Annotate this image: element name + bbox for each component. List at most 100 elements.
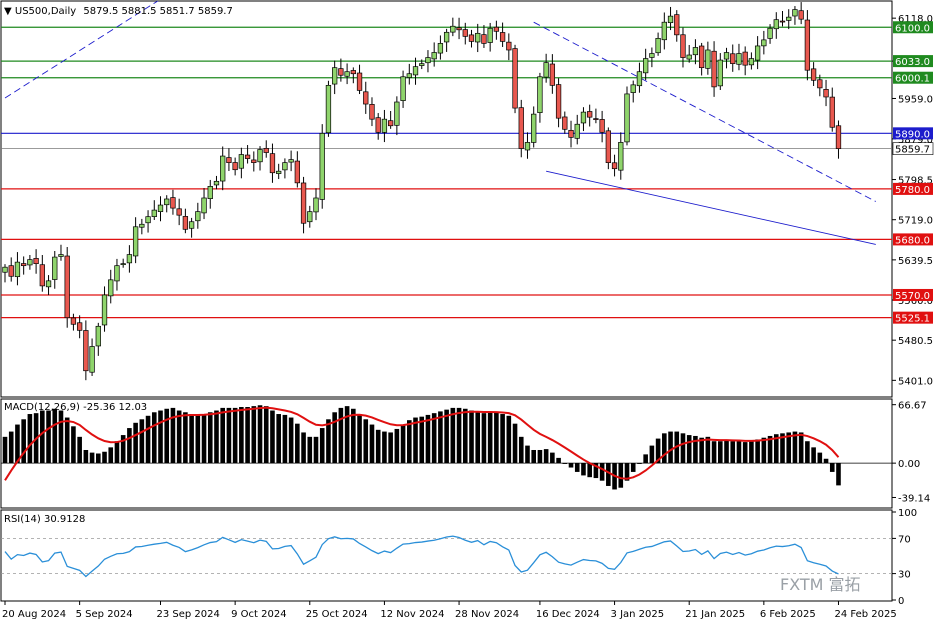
- macd-bar: [643, 454, 648, 464]
- macd-bar: [2, 436, 8, 464]
- macd-bar: [742, 442, 748, 464]
- candle-body: [754, 45, 761, 61]
- candle-body: [338, 68, 344, 76]
- level-tag-label: 6033.0: [895, 57, 930, 68]
- candle-body: [269, 153, 276, 174]
- candle-body: [512, 48, 518, 109]
- macd-bar: [400, 424, 406, 464]
- candle-body: [518, 107, 524, 149]
- candle-body: [742, 51, 748, 66]
- price-chart[interactable]: 6118.06033.05959.05879.05798.55719.05639…: [0, 0, 936, 624]
- candle-body: [450, 25, 456, 33]
- candle-body: [649, 53, 655, 58]
- candle-body: [176, 208, 182, 216]
- macd-bar: [686, 435, 692, 464]
- macd-bar: [332, 412, 337, 464]
- candle-body: [437, 43, 444, 54]
- candle-body: [686, 54, 692, 60]
- candle-body: [761, 39, 767, 47]
- candle-body: [83, 330, 89, 372]
- macd-bar: [761, 437, 767, 464]
- candle-body: [798, 10, 804, 20]
- candle-body: [419, 63, 425, 66]
- time-tick-label: 6 Feb 2025: [760, 609, 816, 620]
- macd-bar: [226, 407, 232, 464]
- macd-bar: [419, 416, 425, 464]
- candle-body: [325, 84, 332, 134]
- candle-body: [524, 142, 531, 151]
- candle-body: [543, 62, 549, 78]
- macd-bar: [568, 463, 574, 468]
- candle-body: [344, 71, 350, 77]
- candle-body: [76, 322, 83, 331]
- candle-body: [263, 148, 269, 153]
- macd-bar: [705, 436, 711, 464]
- macd-bar: [518, 436, 524, 464]
- macd-bar: [456, 407, 462, 464]
- macd-bar: [525, 445, 530, 464]
- macd-bar: [145, 415, 151, 464]
- candle-body: [767, 27, 773, 39]
- candle-body: [792, 9, 798, 17]
- macd-bar: [27, 414, 33, 464]
- candle-body: [804, 19, 811, 71]
- candle-body: [257, 149, 263, 163]
- candle-body: [555, 84, 562, 119]
- level-tag-label: 5525.1: [895, 314, 930, 325]
- candle-body: [618, 142, 624, 171]
- macd-bar: [201, 414, 207, 464]
- macd-bar: [487, 412, 493, 464]
- macd-bar: [282, 414, 288, 464]
- macd-bar: [550, 452, 555, 464]
- macd-bar: [71, 426, 76, 464]
- macd-bar: [301, 432, 306, 464]
- macd-bar: [46, 410, 51, 464]
- macd-bar: [96, 453, 101, 464]
- candle-body: [201, 197, 207, 214]
- candle-body: [400, 76, 406, 101]
- macd-bar: [537, 449, 543, 464]
- candle-body: [89, 346, 95, 373]
- macd-bar: [724, 440, 729, 464]
- candle-body: [593, 118, 599, 120]
- candle-body: [27, 259, 33, 266]
- candle-body: [39, 264, 45, 287]
- macd-bar: [214, 410, 219, 464]
- candle-body: [232, 162, 238, 171]
- macd-bar: [599, 463, 605, 481]
- macd-bar: [139, 419, 145, 464]
- candle-body: [823, 88, 829, 98]
- macd-bar: [574, 463, 580, 472]
- macd-tick-label: 66.67: [898, 401, 927, 412]
- candle-body: [300, 182, 307, 224]
- candle-body: [369, 104, 375, 120]
- macd-bar: [263, 406, 269, 464]
- macd-bar: [276, 414, 281, 464]
- level-tag-label: 5680.0: [895, 235, 930, 246]
- candle-body: [251, 159, 257, 163]
- candle-body: [120, 263, 126, 266]
- candle-body: [717, 59, 723, 87]
- candle-body: [692, 47, 699, 56]
- time-tick-label: 28 Nov 2024: [455, 609, 519, 620]
- macd-bar: [587, 463, 592, 478]
- candle-body: [244, 154, 251, 159]
- macd-bar: [40, 410, 45, 464]
- candle-body: [605, 130, 611, 163]
- candle-body: [350, 70, 356, 75]
- candle-body: [108, 279, 114, 297]
- candle-body: [574, 123, 580, 139]
- time-tick-label: 23 Sep 2024: [157, 609, 220, 620]
- candle-body: [537, 76, 543, 113]
- price-tick-label: 5959.0: [898, 94, 933, 105]
- macd-bar: [494, 412, 499, 464]
- candle-body: [226, 157, 232, 163]
- candle-body: [33, 258, 39, 265]
- macd-label: MACD(12,26,9) -25.36 12.03: [4, 402, 147, 413]
- collapse-triangle-icon[interactable]: ▼: [4, 6, 12, 17]
- candle-body: [375, 117, 381, 133]
- macd-bar: [431, 413, 437, 464]
- macd-bar: [338, 407, 344, 464]
- macd-bar: [531, 449, 536, 464]
- macd-bar: [176, 410, 182, 464]
